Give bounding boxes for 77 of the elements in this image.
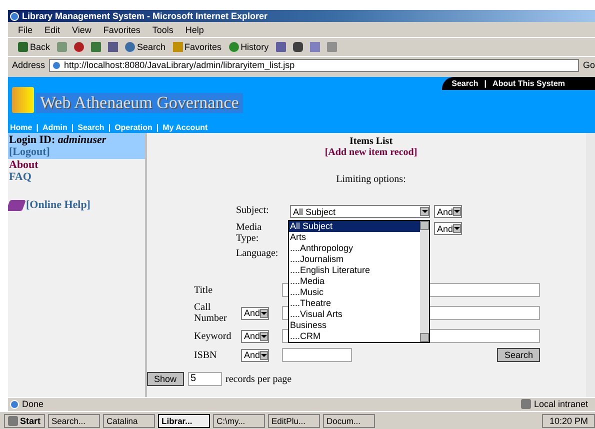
menu-item[interactable]: File (18, 24, 33, 34)
address-label: Address (12, 60, 46, 70)
clock: 10:20 PM (549, 416, 588, 426)
per-page-label: records per page (226, 374, 292, 384)
caret-icon (420, 207, 429, 216)
taskbar-button[interactable]: Catalina (102, 414, 155, 428)
login-id: Login ID: adminuser (9, 134, 108, 146)
toolbar-button[interactable]: Search (125, 42, 166, 52)
header-link[interactable]: Search (452, 79, 478, 88)
menu-item[interactable]: Favorites (103, 24, 140, 34)
text-field[interactable] (282, 348, 352, 362)
operator-dropdown[interactable]: And (434, 205, 462, 218)
section-label: Limiting options: (336, 174, 406, 185)
caret-icon (260, 308, 268, 318)
toolbar-button[interactable]: Favorites (172, 42, 222, 52)
field-label: Call Number (194, 302, 228, 324)
search-button[interactable]: Search (497, 348, 540, 362)
field-label: Subject: (236, 205, 270, 218)
site-logo: Web Athenaeum Governance (36, 93, 243, 113)
go-button[interactable]: Go (583, 60, 595, 70)
menu-item[interactable]: Tools (152, 24, 174, 34)
menu-item[interactable]: Help (185, 24, 204, 34)
dropdown-option[interactable]: Business (289, 320, 420, 331)
taskbar-button[interactable]: C:\my... (212, 414, 265, 428)
scrollbar[interactable] (420, 221, 429, 342)
taskbar-button[interactable]: Search... (48, 414, 100, 428)
dropdown-option[interactable]: ....Visual Arts (289, 309, 420, 320)
help-link[interactable]: [Online Help] (26, 199, 90, 211)
address-field[interactable]: http://localhost:8080/JavaLibrary/admin/libraryitem_list.jsp (49, 58, 580, 72)
operator-dropdown[interactable]: And (241, 330, 269, 342)
dropdown-option[interactable]: Arts (289, 232, 420, 243)
separator: | (36, 123, 38, 132)
taskbar-button[interactable]: Docum... (322, 414, 375, 428)
show-button[interactable]: Show (147, 372, 184, 386)
dropdown-option[interactable]: ....Music (289, 287, 420, 298)
operator-dropdown[interactable]: And (241, 306, 269, 320)
scrollbar[interactable] (586, 133, 595, 397)
sidebar-link[interactable]: About (8, 159, 145, 171)
zone-text: Local intranet (534, 399, 588, 409)
dropdown[interactable]: All Subject (290, 205, 430, 218)
dropdown-option[interactable]: ....English Literature (289, 265, 420, 276)
start-button[interactable]: Start (4, 414, 45, 428)
field-label: ISBN (194, 350, 218, 360)
caret-icon (260, 350, 268, 360)
dropdown-option[interactable]: All Subject (289, 221, 420, 232)
dropdown-option[interactable]: ....Media (289, 276, 420, 287)
sidebar-link[interactable]: FAQ (8, 171, 145, 183)
menu-item[interactable]: Edit (44, 24, 60, 34)
separator: | (108, 123, 111, 132)
dropdown-option[interactable]: ....Anthropology (289, 243, 420, 254)
operator-dropdown[interactable]: And (434, 222, 462, 235)
operator-dropdown[interactable]: And (241, 348, 269, 362)
page-title: Items List (349, 136, 393, 147)
caret-icon (453, 224, 462, 233)
status-text: Done (22, 399, 44, 409)
dropdown-option[interactable]: ....CRM (289, 331, 420, 342)
taskbar-button[interactable]: EditPlu... (268, 414, 320, 428)
menu-item[interactable]: View (72, 24, 92, 34)
caret-icon (260, 332, 268, 340)
dropdown-option[interactable]: ....Theatre (289, 298, 420, 309)
toolbar-button[interactable]: Back (18, 42, 50, 52)
per-page-field[interactable]: 5 (188, 372, 222, 386)
header-link[interactable]: About This System (492, 79, 565, 88)
add-item-link[interactable]: [Add new item recod] (324, 147, 418, 158)
field-label: Title (194, 284, 214, 296)
toolbar-button[interactable]: History (228, 42, 269, 52)
caret-icon (453, 207, 462, 216)
taskbar-button[interactable]: Librar... (158, 414, 210, 428)
field-label: Keyword (194, 330, 232, 342)
separator: | (71, 123, 74, 132)
field-label: Media Type: (236, 222, 263, 244)
logout-link[interactable]: [Logout] (9, 146, 144, 158)
window-title: Library Management System - Microsoft Internet Explorer (22, 11, 268, 21)
separator: | (484, 79, 487, 88)
dropdown-option[interactable]: ....Journalism (289, 254, 420, 265)
field-label: Language: (236, 248, 280, 259)
separator: | (156, 123, 159, 132)
